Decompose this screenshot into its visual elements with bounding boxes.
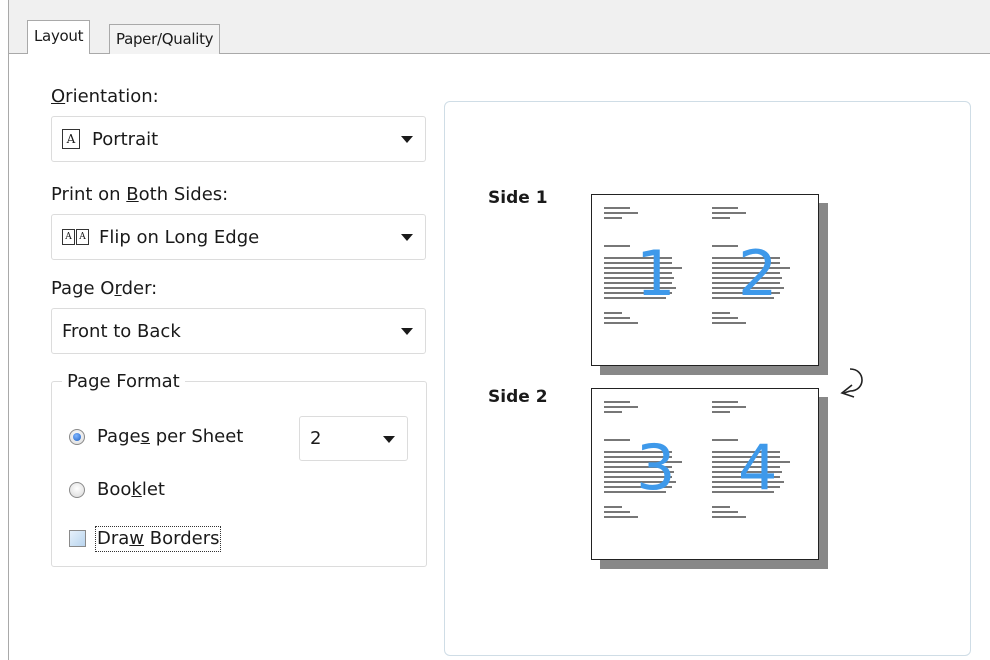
tab-paper-quality[interactable]: Paper/Quality (109, 24, 221, 54)
orientation-dropdown[interactable]: A Portrait (51, 116, 426, 162)
preview-page-number: 1 (636, 237, 676, 310)
preview-text-line (712, 516, 746, 518)
preview-text-line (712, 322, 746, 324)
preview-text-line (604, 322, 638, 324)
preview-sheet-side-1: 1 2 (591, 194, 819, 366)
page-order-label: Page Order: (51, 278, 158, 299)
preview-text-line (604, 212, 638, 214)
draw-borders-label[interactable]: Draw Borders (94, 526, 222, 552)
preview-text-line (604, 317, 630, 319)
preview-text-line (604, 406, 638, 408)
flip-long-edge-icon: AA (62, 229, 89, 245)
chevron-down-icon (401, 234, 413, 241)
pages-per-sheet-value: 2 (310, 428, 322, 449)
preview-text-line (712, 406, 746, 408)
duplex-dropdown[interactable]: AA Flip on Long Edge (51, 214, 426, 260)
flip-rotate-icon (840, 368, 863, 398)
preview-text-line (712, 207, 738, 209)
preview-text-line (712, 411, 730, 413)
portrait-page-icon: A (62, 129, 80, 149)
preview-text-line (604, 217, 622, 219)
preview-text-line (604, 516, 638, 518)
preview-page-number: 4 (738, 431, 778, 504)
window-top-strip (8, 0, 990, 8)
preview-text-line (604, 506, 622, 508)
duplex-label: Print on Both Sides: (51, 184, 229, 205)
preview-page-number: 3 (636, 431, 676, 504)
preview-text-line (712, 401, 738, 403)
page-format-title: Page Format (62, 371, 185, 393)
preview-text-line (712, 245, 738, 247)
side-2-label: Side 2 (488, 387, 548, 407)
preview-text-line (712, 312, 730, 314)
preview-text-line (712, 506, 730, 508)
pages-per-sheet-dropdown[interactable]: 2 (299, 416, 408, 461)
preview-text-line (604, 207, 630, 209)
preview-text-line (604, 245, 630, 247)
orientation-label: Orientation: (51, 86, 159, 107)
draw-borders-checkbox[interactable] (69, 530, 86, 547)
orientation-value: Portrait (92, 128, 159, 150)
layout-preview-panel (444, 101, 971, 656)
pages-per-sheet-radio[interactable] (69, 429, 85, 445)
page-order-dropdown[interactable]: Front to Back (51, 308, 426, 354)
tab-layout[interactable]: Layout (27, 20, 91, 54)
side-1-label: Side 1 (488, 188, 548, 208)
preview-sheet-side-2: 3 4 (591, 388, 819, 560)
preview-text-line (604, 401, 630, 403)
chevron-down-icon (401, 328, 413, 335)
chevron-down-icon (401, 136, 413, 143)
booklet-label[interactable]: Booklet (97, 479, 165, 501)
preview-text-line (604, 511, 630, 513)
window-left-border (8, 0, 9, 660)
booklet-radio[interactable] (69, 482, 85, 498)
preview-text-line (712, 439, 738, 441)
preview-text-line (712, 317, 738, 319)
duplex-value: Flip on Long Edge (99, 226, 260, 248)
pages-per-sheet-label[interactable]: Pages per Sheet (97, 426, 243, 448)
preview-text-line (712, 511, 738, 513)
preview-text-line (604, 439, 630, 441)
page-order-value: Front to Back (62, 320, 181, 342)
preview-text-line (604, 411, 622, 413)
chevron-down-icon (383, 435, 395, 443)
preview-text-line (604, 312, 622, 314)
preview-page-number: 2 (738, 237, 778, 310)
preview-text-line (712, 212, 746, 214)
preview-text-line (712, 217, 730, 219)
